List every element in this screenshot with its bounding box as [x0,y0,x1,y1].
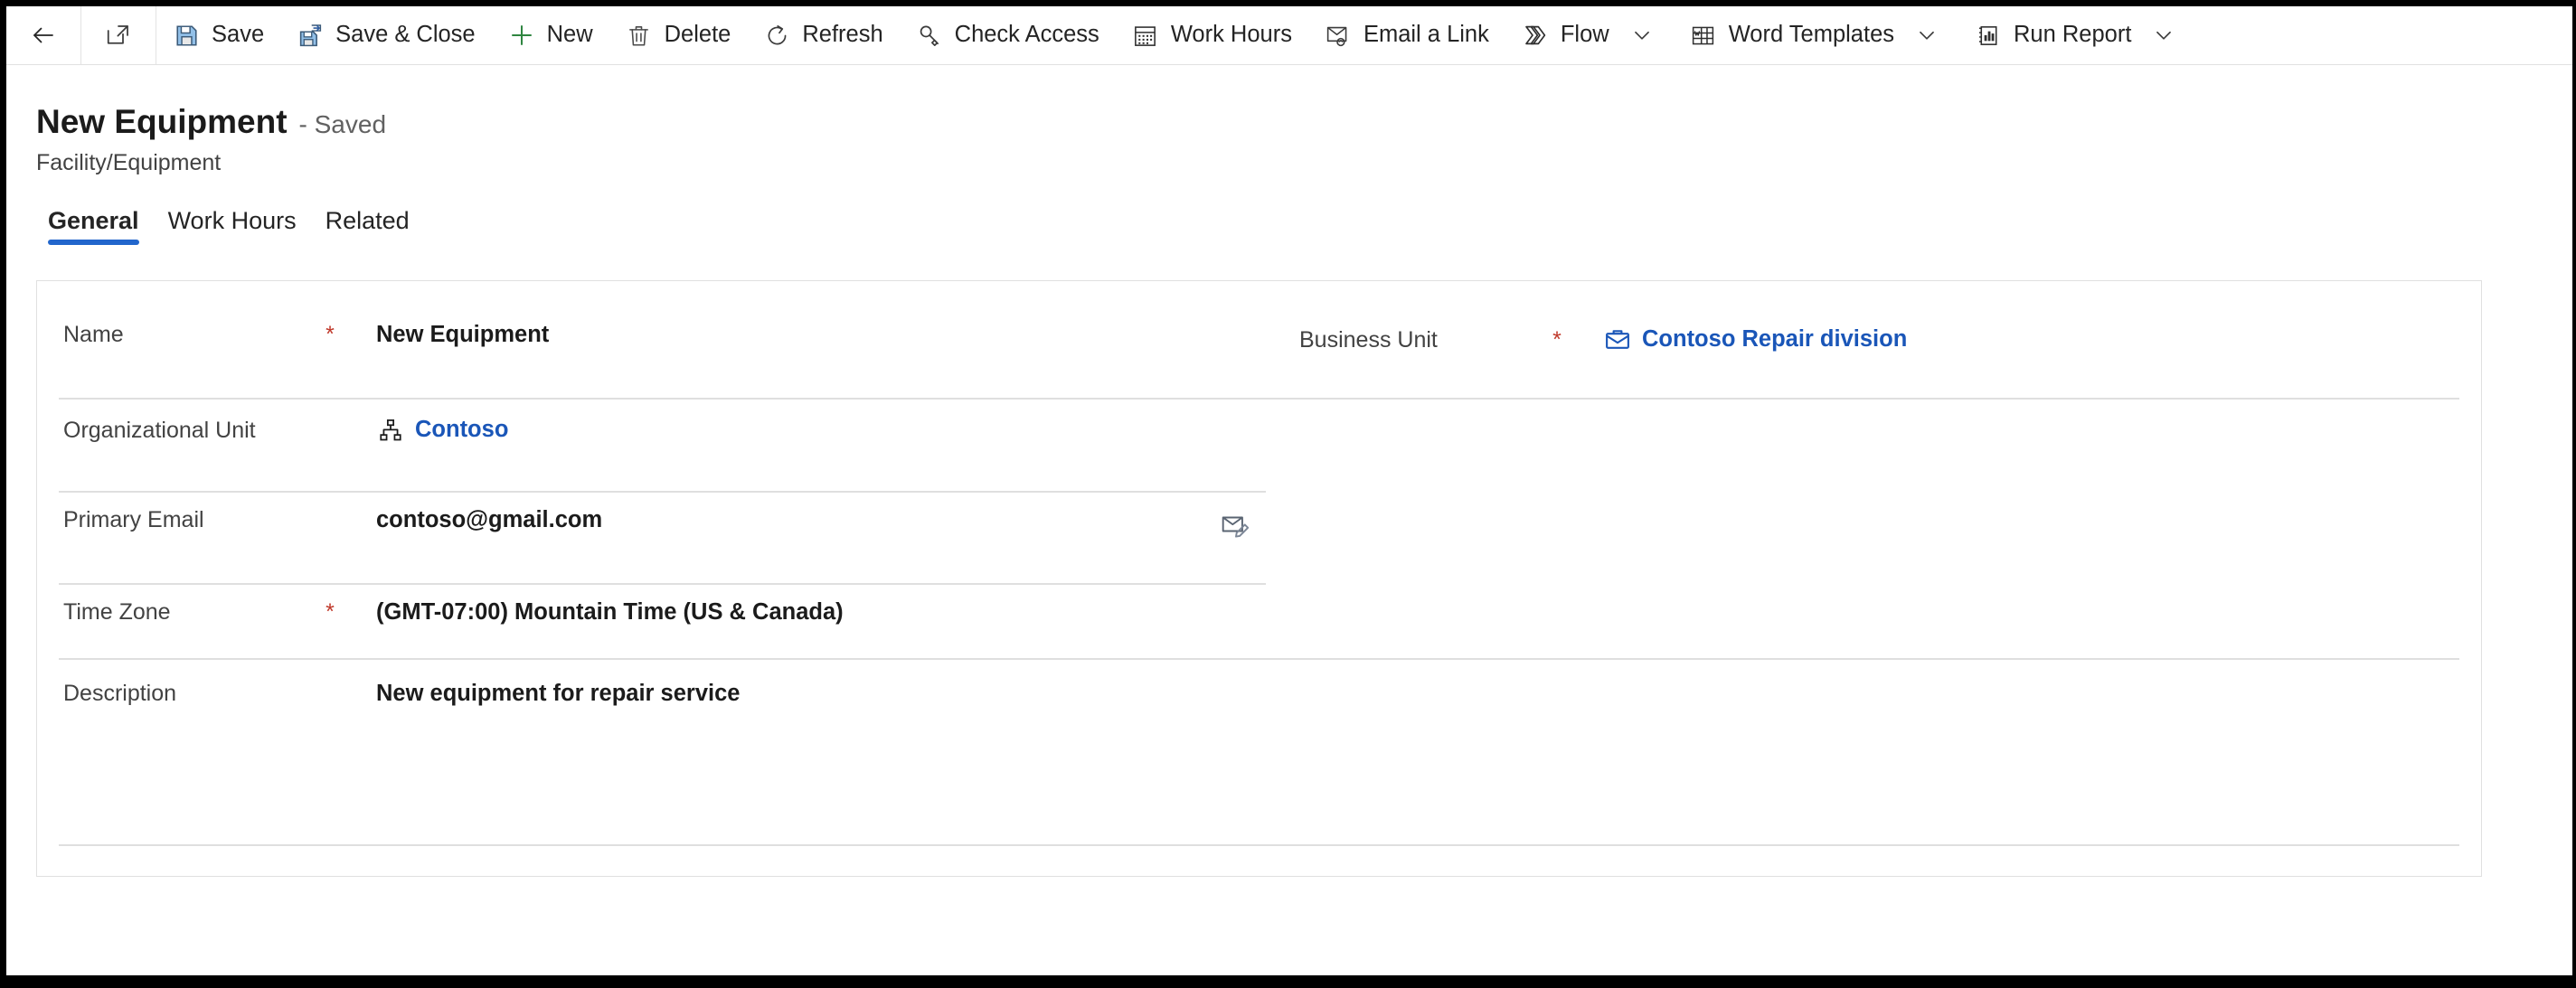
field-name-label: Name [63,322,124,348]
flow-button[interactable]: Flow [1505,6,1674,64]
save-and-close-button[interactable]: Save & Close [280,6,492,64]
entity-type-label: Facility/Equipment [36,150,222,175]
field-primary-email-value[interactable]: contoso@gmail.com [376,508,602,532]
window-frame-left [0,0,6,988]
field-name[interactable]: Name * New Equipment [63,322,549,348]
email-a-link-label: Email a Link [1363,22,1489,48]
word-templates-button[interactable]: Word Templates [1674,6,1958,64]
tab-related[interactable]: Related [311,209,424,245]
save-and-close-icon [297,22,324,49]
command-bar: Save Save & Close New Delete Refresh Che… [6,6,2572,65]
email-a-link-button[interactable]: Email a Link [1308,6,1505,64]
org-hierarchy-icon [376,416,405,445]
save-and-close-label: Save & Close [335,22,476,48]
back-arrow-icon [30,22,57,49]
tab-work-hours-label: Work Hours [167,207,297,234]
save-button[interactable]: Save [156,6,280,64]
compose-email-icon [1220,510,1250,545]
field-business-unit[interactable]: Business Unit * Contoso Repair division [1299,325,1907,354]
field-time-zone-value[interactable]: (GMT-07:00) Mountain Time (US & Canada) [376,600,844,625]
check-access-button[interactable]: Check Access [900,6,1116,64]
record-header: New Equipment - Saved Facility/Equipment… [6,65,2572,245]
field-time-zone-required-marker: * [326,599,335,626]
field-organizational-unit[interactable]: Organizational Unit Contoso [63,416,508,445]
work-hours-label: Work Hours [1170,22,1292,48]
field-name-value[interactable]: New Equipment [376,323,549,347]
field-organizational-unit-value[interactable]: Contoso [415,419,508,442]
form-tabs: General Work Hours Related [6,209,2572,245]
window-frame-bottom [0,975,2576,988]
trash-icon [626,22,653,49]
window-frame-right [2572,0,2576,988]
word-templates-label: Word Templates [1728,22,1895,48]
field-business-unit-value[interactable]: Contoso Repair division [1642,328,1907,352]
flow-icon [1522,22,1549,49]
key-icon [916,22,943,49]
field-description[interactable]: Description New equipment for repair ser… [63,682,740,706]
compose-email-button[interactable] [1219,511,1251,543]
refresh-icon [763,22,790,49]
new-label: New [546,22,593,48]
field-primary-email[interactable]: Primary Email contoso@gmail.com [63,507,602,533]
page-title-row: New Equipment - Saved [6,65,2572,138]
calendar-icon [1132,22,1159,49]
save-label: Save [212,22,265,48]
email-link-icon [1325,22,1352,49]
new-button[interactable]: New [492,6,609,64]
delete-label: Delete [664,22,731,48]
briefcase-icon [1603,325,1632,354]
field-time-zone-label: Time Zone [63,599,171,626]
refresh-label: Refresh [802,22,883,48]
flow-label: Flow [1560,22,1609,48]
field-description-value[interactable]: New equipment for repair service [376,682,740,706]
page-title: New Equipment [36,103,288,140]
field-business-unit-required-marker: * [1552,326,1562,353]
refresh-button[interactable]: Refresh [747,6,899,64]
back-button[interactable] [6,6,80,64]
flow-chevron-down-icon[interactable] [1627,6,1657,64]
plus-icon [508,22,535,49]
run-report-button[interactable]: Run Report [1958,6,2195,64]
row-divider-1 [59,398,2459,400]
row-divider-2 [59,491,1266,493]
field-business-unit-label: Business Unit [1299,326,1438,353]
application-window: Save Save & Close New Delete Refresh Che… [0,0,2576,988]
run-report-label: Run Report [2014,22,2132,48]
field-organizational-unit-label: Organizational Unit [63,417,256,443]
field-primary-email-label: Primary Email [63,507,204,533]
tab-general-label: General [48,207,139,234]
tab-related-label: Related [325,207,410,234]
word-templates-chevron-down-icon[interactable] [1911,6,1942,64]
window-frame-top [0,0,2576,6]
tab-general[interactable]: General [33,209,154,245]
general-tab-form [36,280,2482,877]
save-icon [173,22,200,49]
field-time-zone[interactable]: Time Zone * (GMT-07:00) Mountain Time (U… [63,599,844,626]
run-report-chevron-down-icon[interactable] [2148,6,2179,64]
tab-work-hours[interactable]: Work Hours [154,209,311,245]
save-status-label: - Saved [298,110,387,138]
work-hours-button[interactable]: Work Hours [1116,6,1308,64]
field-description-label: Description [63,681,177,706]
report-chart-icon [1975,22,2002,49]
open-in-new-window-icon [105,22,132,49]
row-divider-3 [59,583,1266,585]
open-in-new-window-button[interactable] [81,6,156,64]
word-icon [1690,22,1717,49]
row-divider-5 [59,844,2459,846]
field-name-required-marker: * [326,322,335,348]
check-access-label: Check Access [954,22,1099,48]
delete-button[interactable]: Delete [609,6,748,64]
row-divider-4 [59,658,2459,660]
